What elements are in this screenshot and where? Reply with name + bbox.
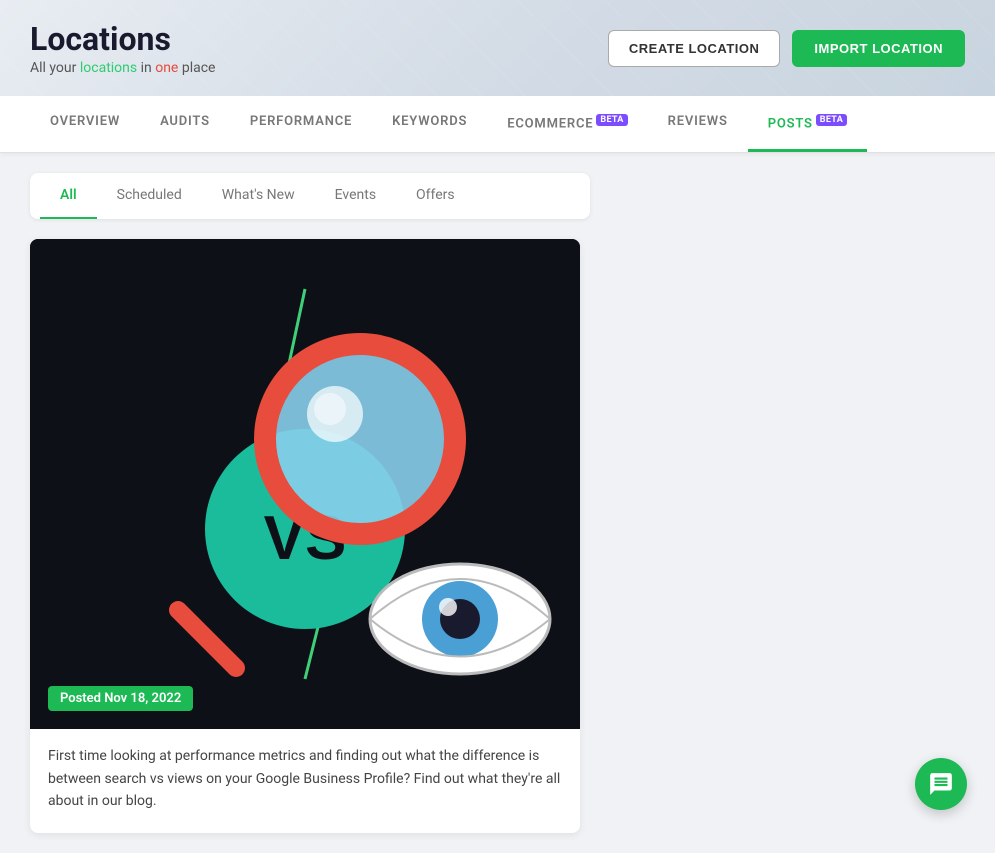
chat-support-button[interactable] bbox=[915, 758, 967, 810]
subtab-whats-new[interactable]: What's New bbox=[202, 173, 315, 219]
subtitle-one: one bbox=[155, 60, 178, 76]
post-illustration: VS bbox=[30, 239, 580, 729]
import-location-button[interactable]: IMPORT LOCATION bbox=[792, 30, 965, 67]
subtab-all[interactable]: All bbox=[40, 173, 97, 219]
header-actions: CREATE LOCATION IMPORT LOCATION bbox=[608, 30, 965, 67]
header-left: Locations All your locations in one plac… bbox=[30, 20, 215, 76]
tab-posts[interactable]: POSTSBETA bbox=[748, 96, 867, 152]
subtab-offers[interactable]: Offers bbox=[396, 173, 475, 219]
page-header: Locations All your locations in one plac… bbox=[0, 0, 995, 96]
create-location-button[interactable]: CREATE LOCATION bbox=[608, 30, 781, 67]
post-image: VS bbox=[30, 239, 580, 729]
posts-beta-badge: BETA bbox=[816, 114, 847, 126]
posts-subtabs: All Scheduled What's New Events Offers bbox=[30, 173, 590, 219]
subtitle-locations: locations bbox=[80, 60, 137, 76]
subtab-events[interactable]: Events bbox=[315, 173, 396, 219]
main-nav: OVERVIEW AUDITS PERFORMANCE KEYWORDS ECO… bbox=[0, 96, 995, 153]
subtab-scheduled[interactable]: Scheduled bbox=[97, 173, 202, 219]
tab-keywords[interactable]: KEYWORDS bbox=[372, 96, 487, 152]
tab-ecommerce[interactable]: ECOMMERCEBETA bbox=[487, 96, 647, 152]
tab-overview[interactable]: OVERVIEW bbox=[30, 96, 140, 152]
page-subtitle: All your locations in one place bbox=[30, 60, 215, 76]
tab-reviews[interactable]: REVIEWS bbox=[648, 96, 748, 152]
chat-icon bbox=[928, 771, 954, 797]
post-description: First time looking at performance metric… bbox=[30, 729, 580, 832]
tab-audits[interactable]: AUDITS bbox=[140, 96, 230, 152]
main-content: All Scheduled What's New Events Offers bbox=[0, 153, 995, 852]
post-date-badge: Posted Nov 18, 2022 bbox=[48, 686, 193, 711]
post-card: VS bbox=[30, 239, 580, 832]
tab-performance[interactable]: PERFORMANCE bbox=[230, 96, 372, 152]
page-title: Locations bbox=[30, 20, 215, 58]
ecommerce-beta-badge: BETA bbox=[596, 114, 627, 126]
